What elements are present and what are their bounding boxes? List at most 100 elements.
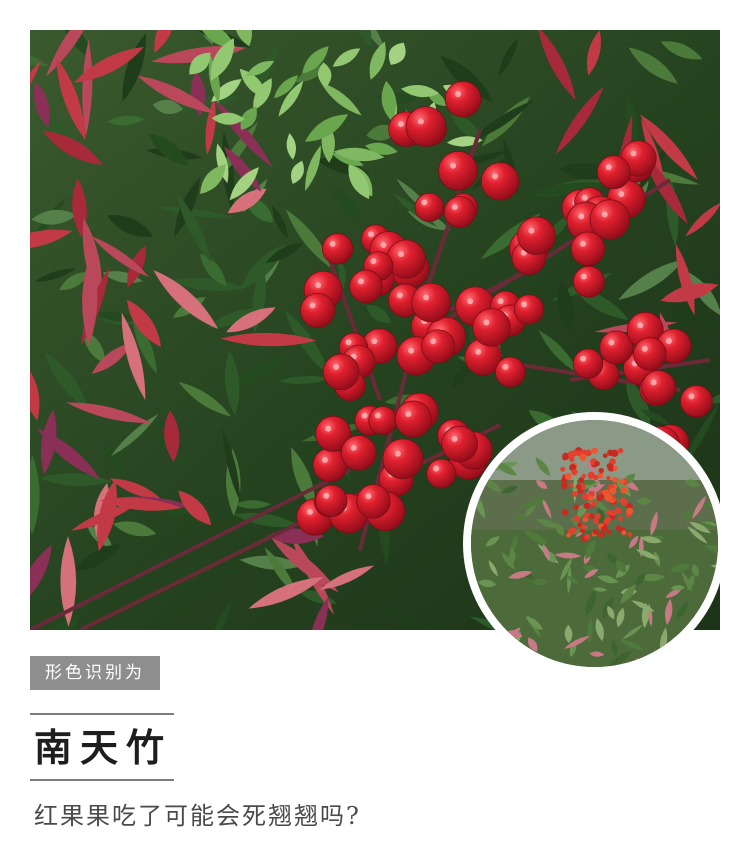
shrub-berry <box>567 450 576 459</box>
berry-highlight <box>601 211 608 218</box>
inset-photo <box>471 420 718 667</box>
shrub-berry <box>573 504 579 510</box>
berry-highlight <box>451 435 458 442</box>
shrub-berry <box>587 495 594 502</box>
berry-highlight <box>451 204 458 211</box>
red-berry <box>340 435 377 471</box>
berry-highlight <box>365 493 372 500</box>
red-berry <box>386 239 426 279</box>
shrub-berry <box>605 519 611 524</box>
shrub-berry <box>571 469 578 476</box>
berry-highlight <box>665 338 672 345</box>
shrub-berry <box>618 516 623 522</box>
shrub-berry <box>620 486 628 494</box>
shrub-berry <box>594 460 600 467</box>
berry-highlight <box>605 164 612 171</box>
berry-highlight <box>329 240 336 247</box>
berry-highlight <box>357 278 364 285</box>
berry-highlight <box>345 339 352 346</box>
berry-highlight <box>323 492 330 499</box>
shrub-berry <box>609 487 617 495</box>
red-berry <box>426 458 457 489</box>
red-berry <box>349 269 383 304</box>
red-berry <box>633 337 667 371</box>
shrub-berry <box>598 531 605 539</box>
shrub-berry <box>615 525 622 531</box>
berry-highlight <box>321 456 328 463</box>
berry-highlight <box>361 412 368 419</box>
berry-highlight <box>309 302 316 309</box>
inset-photo-frame <box>463 412 726 675</box>
red-berry <box>321 233 354 265</box>
red-berry <box>322 353 360 391</box>
berry-highlight <box>408 347 415 354</box>
shrub-berry <box>585 449 592 457</box>
shrub-berry <box>581 493 589 501</box>
red-berry <box>495 356 526 388</box>
berry-highlight <box>397 121 404 128</box>
red-berry <box>405 106 447 147</box>
red-berry <box>572 265 605 298</box>
shrub-berry <box>592 474 599 481</box>
shrub-berry <box>583 502 591 510</box>
shrub-berry <box>619 478 625 484</box>
shrub-leaf <box>677 654 686 667</box>
shrub-berry <box>569 482 574 488</box>
shrub-berry <box>584 534 590 540</box>
red-berry <box>641 370 676 405</box>
shrub-berry <box>626 507 634 515</box>
berry-highlight <box>688 393 695 400</box>
red-berry <box>438 150 478 191</box>
red-berry <box>589 199 630 240</box>
shrub-berry <box>566 533 571 538</box>
red-berry <box>596 155 631 190</box>
berry-highlight <box>405 411 412 418</box>
shrub-berry <box>577 522 583 528</box>
shrub-berry <box>607 495 614 501</box>
plant-name: 南天竹 <box>34 725 173 770</box>
berry-highlight <box>578 213 585 220</box>
berry-highlight <box>450 162 457 169</box>
shrub-berry <box>606 475 611 481</box>
shrub-berry <box>610 510 617 517</box>
shrub-berry <box>561 508 569 516</box>
berry-highlight <box>608 339 615 346</box>
red-berry <box>368 406 398 435</box>
shrub-berry <box>612 466 618 471</box>
red-berry <box>421 329 456 364</box>
berry-highlight <box>455 91 462 98</box>
berry-highlight <box>421 199 428 206</box>
berry-highlight <box>579 240 586 247</box>
berry-highlight <box>580 355 587 362</box>
question-text: 红果果吃了可能会死翘翘吗? <box>34 802 361 830</box>
shrub-leaf <box>706 631 718 641</box>
red-berry <box>315 484 348 518</box>
shrub-berry <box>573 515 580 522</box>
berry-highlight <box>307 509 314 516</box>
berry-highlight <box>637 322 644 329</box>
red-berry <box>394 400 432 438</box>
shrub-leaf <box>689 642 696 659</box>
shrub-berry <box>627 532 633 537</box>
berry-highlight <box>580 273 587 280</box>
red-berry <box>572 348 604 379</box>
shrub-berry <box>610 449 619 458</box>
berry-highlight <box>333 363 340 370</box>
berry-highlight <box>475 348 482 355</box>
shrub-berry <box>564 472 572 480</box>
red-berry <box>570 231 606 266</box>
red-berry <box>472 308 511 347</box>
berry-highlight <box>581 194 588 201</box>
red-berry <box>480 162 520 201</box>
red-berry <box>356 484 391 519</box>
shrub-berry <box>607 530 612 535</box>
red-berry <box>382 438 424 480</box>
shrub-berry <box>598 493 605 500</box>
berry-highlight <box>394 450 401 457</box>
berry-highlight <box>630 150 637 157</box>
shrub-berry <box>592 528 599 535</box>
berry-highlight <box>374 412 381 419</box>
berry-highlight <box>492 173 499 180</box>
red-berry <box>513 294 545 325</box>
berry-highlight <box>467 298 474 305</box>
